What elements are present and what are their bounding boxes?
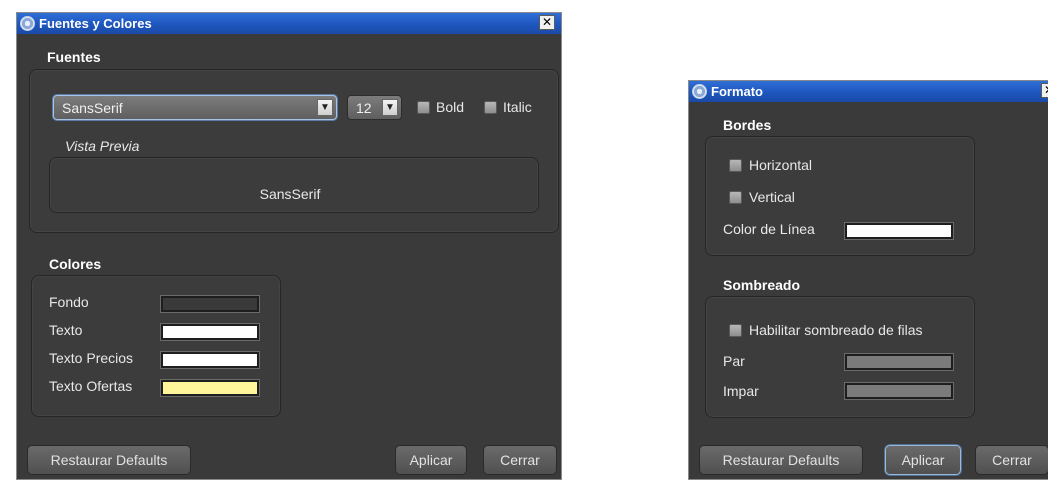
color-row-label: Texto Ofertas (49, 378, 133, 394)
preview-panel (49, 157, 539, 213)
texto-color-swatch[interactable] (160, 323, 260, 341)
par-color-swatch[interactable] (844, 353, 954, 371)
color-row-label: Texto Precios (49, 350, 134, 366)
preview-text: SansSerif (259, 186, 321, 202)
format-window: Formato ✕ Bordes Horizontal Vertical Col… (688, 80, 1048, 480)
line-color-label: Color de Línea (723, 221, 815, 237)
italic-checkbox[interactable] (484, 101, 497, 114)
bold-label: Bold (436, 99, 465, 115)
apply-button[interactable]: Aplicar (395, 445, 467, 475)
restore-defaults-button[interactable]: Restaurar Defaults (27, 445, 191, 475)
vertical-label: Vertical (749, 189, 795, 205)
impar-color-swatch[interactable] (844, 382, 954, 400)
title-bar[interactable]: Formato ✕ (689, 81, 1048, 102)
font-family-select[interactable]: SansSerif ▼ (53, 95, 337, 120)
fondo-color-swatch[interactable] (160, 295, 260, 313)
sombreado-section-label: Sombreado (723, 277, 801, 293)
vertical-checkbox[interactable] (729, 191, 742, 204)
texto-ofertas-color-swatch[interactable] (160, 379, 260, 397)
bordes-section-label: Bordes (723, 117, 772, 133)
app-icon (20, 16, 35, 31)
horizontal-checkbox[interactable] (729, 159, 742, 172)
chevron-down-icon: ▼ (317, 99, 333, 116)
window-title: Fuentes y Colores (39, 16, 152, 31)
line-color-swatch[interactable] (844, 222, 954, 240)
title-bar[interactable]: Fuentes y Colores ✕ (17, 13, 561, 34)
horizontal-label: Horizontal (749, 157, 813, 173)
par-label: Par (723, 353, 745, 369)
close-icon[interactable]: ✕ (539, 15, 555, 30)
color-row-label: Texto (49, 322, 83, 338)
enable-shading-checkbox[interactable] (729, 324, 742, 337)
fonts-colors-window: Fuentes y Colores ✕ Fuentes SansSerif ▼ … (16, 12, 562, 480)
colores-section-label: Colores (49, 256, 102, 272)
close-button[interactable]: Cerrar (975, 445, 1048, 475)
preview-label: Vista Previa (65, 138, 140, 154)
apply-button[interactable]: Aplicar (885, 445, 961, 475)
texto-precios-color-swatch[interactable] (160, 351, 260, 369)
font-family-value: SansSerif (62, 100, 123, 116)
impar-label: Impar (723, 383, 759, 399)
close-icon[interactable]: ✕ (1041, 83, 1048, 98)
close-button[interactable]: Cerrar (483, 445, 557, 475)
window-title: Formato (711, 84, 763, 99)
bold-checkbox[interactable] (417, 101, 430, 114)
font-size-select[interactable]: 12 ▼ (347, 95, 402, 120)
chevron-down-icon: ▼ (382, 99, 398, 116)
fuentes-section-label: Fuentes (47, 49, 101, 65)
italic-label: Italic (503, 99, 532, 115)
color-row-label: Fondo (49, 294, 89, 310)
font-size-value: 12 (356, 100, 372, 116)
restore-defaults-button[interactable]: Restaurar Defaults (699, 445, 863, 475)
enable-shading-label: Habilitar sombreado de filas (749, 322, 923, 338)
app-icon (692, 84, 707, 99)
